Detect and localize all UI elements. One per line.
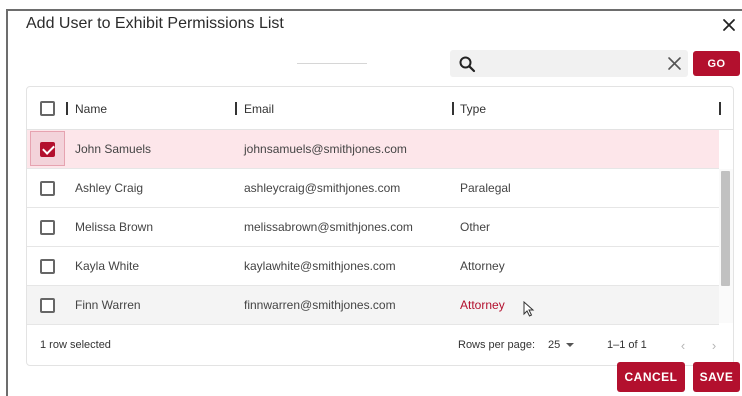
column-separator[interactable] [452, 102, 454, 115]
cell-type: Attorney [460, 298, 505, 312]
close-icon[interactable] [722, 18, 736, 32]
window-frame-left [6, 9, 8, 396]
table-header: Name Email Type [27, 87, 733, 130]
window-frame-top [6, 9, 742, 11]
column-header-name[interactable]: Name [75, 102, 107, 116]
table-row[interactable]: Melissa Brown melissabrown@smithjones.co… [27, 208, 719, 247]
cell-type: Attorney [460, 259, 505, 273]
selection-count: 1 row selected [40, 339, 111, 351]
search-input[interactable] [482, 52, 654, 75]
table-row[interactable]: John Samuels johnsamuels@smithjones.com [27, 130, 719, 169]
table-row[interactable]: Kayla White kaylawhite@smithjones.com At… [27, 247, 719, 286]
rows-per-page-select[interactable]: 25 [548, 337, 575, 353]
row-checkbox[interactable] [40, 298, 55, 313]
row-checkbox[interactable] [40, 142, 55, 157]
cell-email: ashleycraig@smithjones.com [244, 181, 401, 195]
pagination-range: 1–1 of 1 [607, 339, 647, 351]
dialog-title: Add User to Exhibit Permissions List [26, 15, 284, 32]
row-checkbox[interactable] [40, 181, 55, 196]
close-button[interactable] [718, 14, 740, 36]
table-scrollbar-thumb[interactable] [721, 171, 730, 286]
clear-icon[interactable] [667, 56, 682, 71]
cell-name: Ashley Craig [75, 181, 144, 195]
cancel-button[interactable]: CANCEL [617, 362, 685, 392]
chevron-down-icon [566, 343, 575, 347]
go-button[interactable]: GO [693, 51, 740, 76]
table-row[interactable]: Finn Warren finnwarren@smithjones.com At… [27, 286, 719, 325]
next-page-icon[interactable]: › [707, 338, 721, 353]
cell-email: finnwarren@smithjones.com [244, 298, 396, 312]
cell-type: Paralegal [460, 181, 511, 195]
cell-type: Other [460, 220, 491, 234]
previous-page-icon[interactable]: ‹ [676, 338, 690, 353]
search-icon [459, 56, 476, 73]
rows-per-page-value: 25 [548, 339, 561, 351]
cell-email: melissabrown@smithjones.com [244, 220, 413, 234]
column-header-email[interactable]: Email [244, 102, 274, 116]
table-row[interactable]: Ashley Craig ashleycraig@smithjones.com … [27, 169, 719, 208]
column-separator[interactable] [235, 102, 237, 115]
row-checkbox[interactable] [40, 220, 55, 235]
cell-email: johnsamuels@smithjones.com [244, 142, 407, 156]
rows-per-page-label: Rows per page: [458, 339, 536, 351]
mouse-pointer-icon [523, 301, 535, 317]
users-table: Name Email Type John Samuels johnsamuels… [26, 86, 734, 366]
save-button[interactable]: SAVE [693, 362, 740, 392]
column-header-type[interactable]: Type [460, 102, 486, 116]
divider-line [297, 63, 367, 64]
column-separator[interactable] [66, 102, 68, 115]
cell-name: John Samuels [75, 142, 152, 156]
row-checkbox[interactable] [40, 259, 55, 274]
cell-name: Kayla White [75, 259, 140, 273]
cell-email: kaylawhite@smithjones.com [244, 259, 396, 273]
column-separator[interactable] [719, 102, 721, 115]
search-box[interactable] [450, 50, 688, 77]
cell-name: Melissa Brown [75, 220, 154, 234]
cell-name: Finn Warren [75, 298, 141, 312]
select-all-checkbox[interactable] [40, 101, 55, 116]
